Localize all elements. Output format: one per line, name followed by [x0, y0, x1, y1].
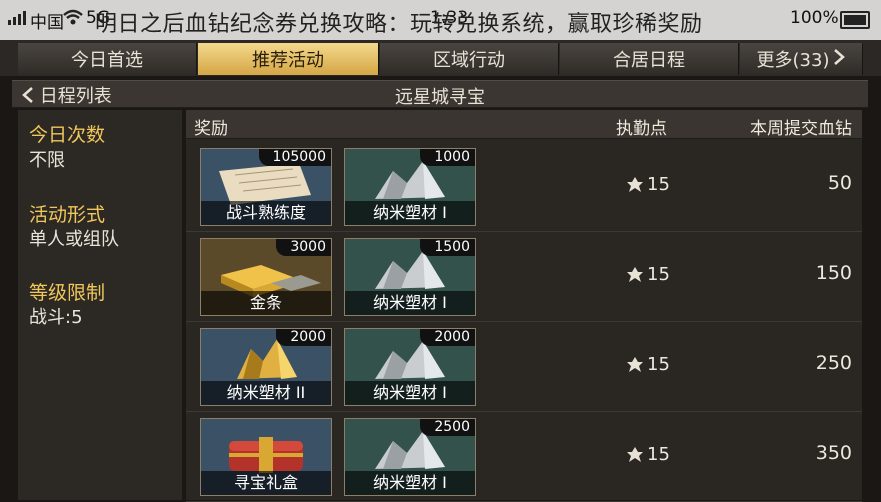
item-name: 纳米塑材 I — [345, 201, 475, 225]
header-reward: 奖励 — [194, 119, 228, 139]
duty-icon — [627, 356, 643, 372]
blood-diamond-value: 350 — [815, 442, 852, 464]
item-name: 纳米塑材 I — [345, 471, 475, 495]
header-blood: 本周提交血钻 — [750, 119, 852, 139]
reward-table: 奖励 执勤点 本周提交血钻 105000 战斗熟练度 1000 纳米塑材 I 1… — [186, 110, 862, 502]
activity-info-panel: 今日次数 不限 活动形式 单人或组队 等级限制 战斗:5 — [18, 110, 182, 500]
duty-value: 15 — [647, 174, 670, 195]
duty-icon — [627, 176, 643, 192]
wifi-icon — [62, 8, 84, 31]
item-name: 战斗熟练度 — [201, 201, 331, 225]
sub-header: 日程列表 远星城寻宝 — [12, 80, 868, 108]
item-quantity: 2000 — [276, 329, 331, 346]
reward-item[interactable]: 寻宝礼盒 — [200, 418, 332, 496]
header-duty: 执勤点 — [616, 119, 667, 139]
page-title: 远星城寻宝 — [395, 87, 485, 108]
blood-diamond-value: 50 — [827, 172, 852, 194]
activity-form-label: 活动形式 — [29, 204, 106, 226]
blood-diamond-value: 150 — [815, 262, 852, 284]
item-quantity: 2500 — [420, 419, 475, 436]
tab-more[interactable]: 更多(33) — [740, 43, 863, 75]
daily-count-label: 今日次数 — [29, 124, 106, 146]
duty-points: 15 — [626, 174, 670, 195]
reward-item[interactable]: 2500 纳米塑材 I — [344, 418, 476, 496]
item-name: 金条 — [201, 291, 331, 315]
item-quantity: 105000 — [258, 149, 331, 166]
battery-icon — [840, 11, 870, 29]
reward-item[interactable]: 1000 纳米塑材 I — [344, 148, 476, 226]
table-row: 105000 战斗熟练度 1000 纳米塑材 I 15 50 — [186, 142, 862, 232]
table-header: 奖励 执勤点 本周提交血钻 — [186, 110, 862, 139]
tab-region[interactable]: 区域行动 — [380, 43, 559, 75]
duty-icon — [627, 266, 643, 282]
item-quantity: 3000 — [276, 239, 331, 256]
duty-points: 15 — [626, 264, 670, 285]
reward-item[interactable]: 2000 纳米塑材 I — [344, 328, 476, 406]
item-name: 纳米塑材 I — [345, 381, 475, 405]
duty-value: 15 — [647, 354, 670, 375]
duty-points: 15 — [626, 444, 670, 465]
tab-bar: 今日首选 推荐活动 区域行动 合居日程 更多(33) — [0, 40, 881, 76]
activity-form-value: 单人或组队 — [29, 229, 119, 250]
reward-item[interactable]: 105000 战斗熟练度 — [200, 148, 332, 226]
duty-points: 15 — [626, 354, 670, 375]
status-bar: 中国 5G 1:33 100% 明日之后血钻纪念券兑换攻略：玩转兑换系统，赢取珍… — [0, 0, 881, 40]
duty-value: 15 — [647, 444, 670, 465]
reward-item[interactable]: 1500 纳米塑材 I — [344, 238, 476, 316]
reward-item[interactable]: 3000 金条 — [200, 238, 332, 316]
tab-schedule[interactable]: 合居日程 — [560, 43, 739, 75]
reward-item[interactable]: 2000 纳米塑材 II — [200, 328, 332, 406]
duty-value: 15 — [647, 264, 670, 285]
item-quantity: 1500 — [420, 239, 475, 256]
battery-label: 100% — [790, 8, 839, 28]
carrier-label: 中国 — [30, 13, 64, 33]
tab-recommended[interactable]: 推荐活动 — [198, 43, 379, 75]
duty-icon — [627, 446, 643, 462]
item-quantity: 2000 — [420, 329, 475, 346]
level-limit-value: 战斗:5 — [29, 307, 83, 328]
level-limit-label: 等级限制 — [29, 282, 106, 304]
item-name: 寻宝礼盒 — [201, 471, 331, 495]
item-name: 纳米塑材 I — [345, 291, 475, 315]
tab-today[interactable]: 今日首选 — [18, 43, 197, 75]
item-quantity: 1000 — [420, 149, 475, 166]
table-row: 寻宝礼盒 2500 纳米塑材 I 15 350 — [186, 412, 862, 502]
table-row: 2000 纳米塑材 II 2000 纳米塑材 I 15 250 — [186, 322, 862, 412]
item-name: 纳米塑材 II — [201, 381, 331, 405]
table-row: 3000 金条 1500 纳米塑材 I 15 150 — [186, 232, 862, 322]
overlay-title: 明日之后血钻纪念券兑换攻略：玩转兑换系统，赢取珍稀奖励 — [95, 12, 703, 37]
daily-count-value: 不限 — [29, 150, 65, 171]
blood-diamond-value: 250 — [815, 352, 852, 374]
chevron-right-icon — [833, 48, 846, 71]
tab-more-label: 更多(33) — [756, 50, 830, 71]
